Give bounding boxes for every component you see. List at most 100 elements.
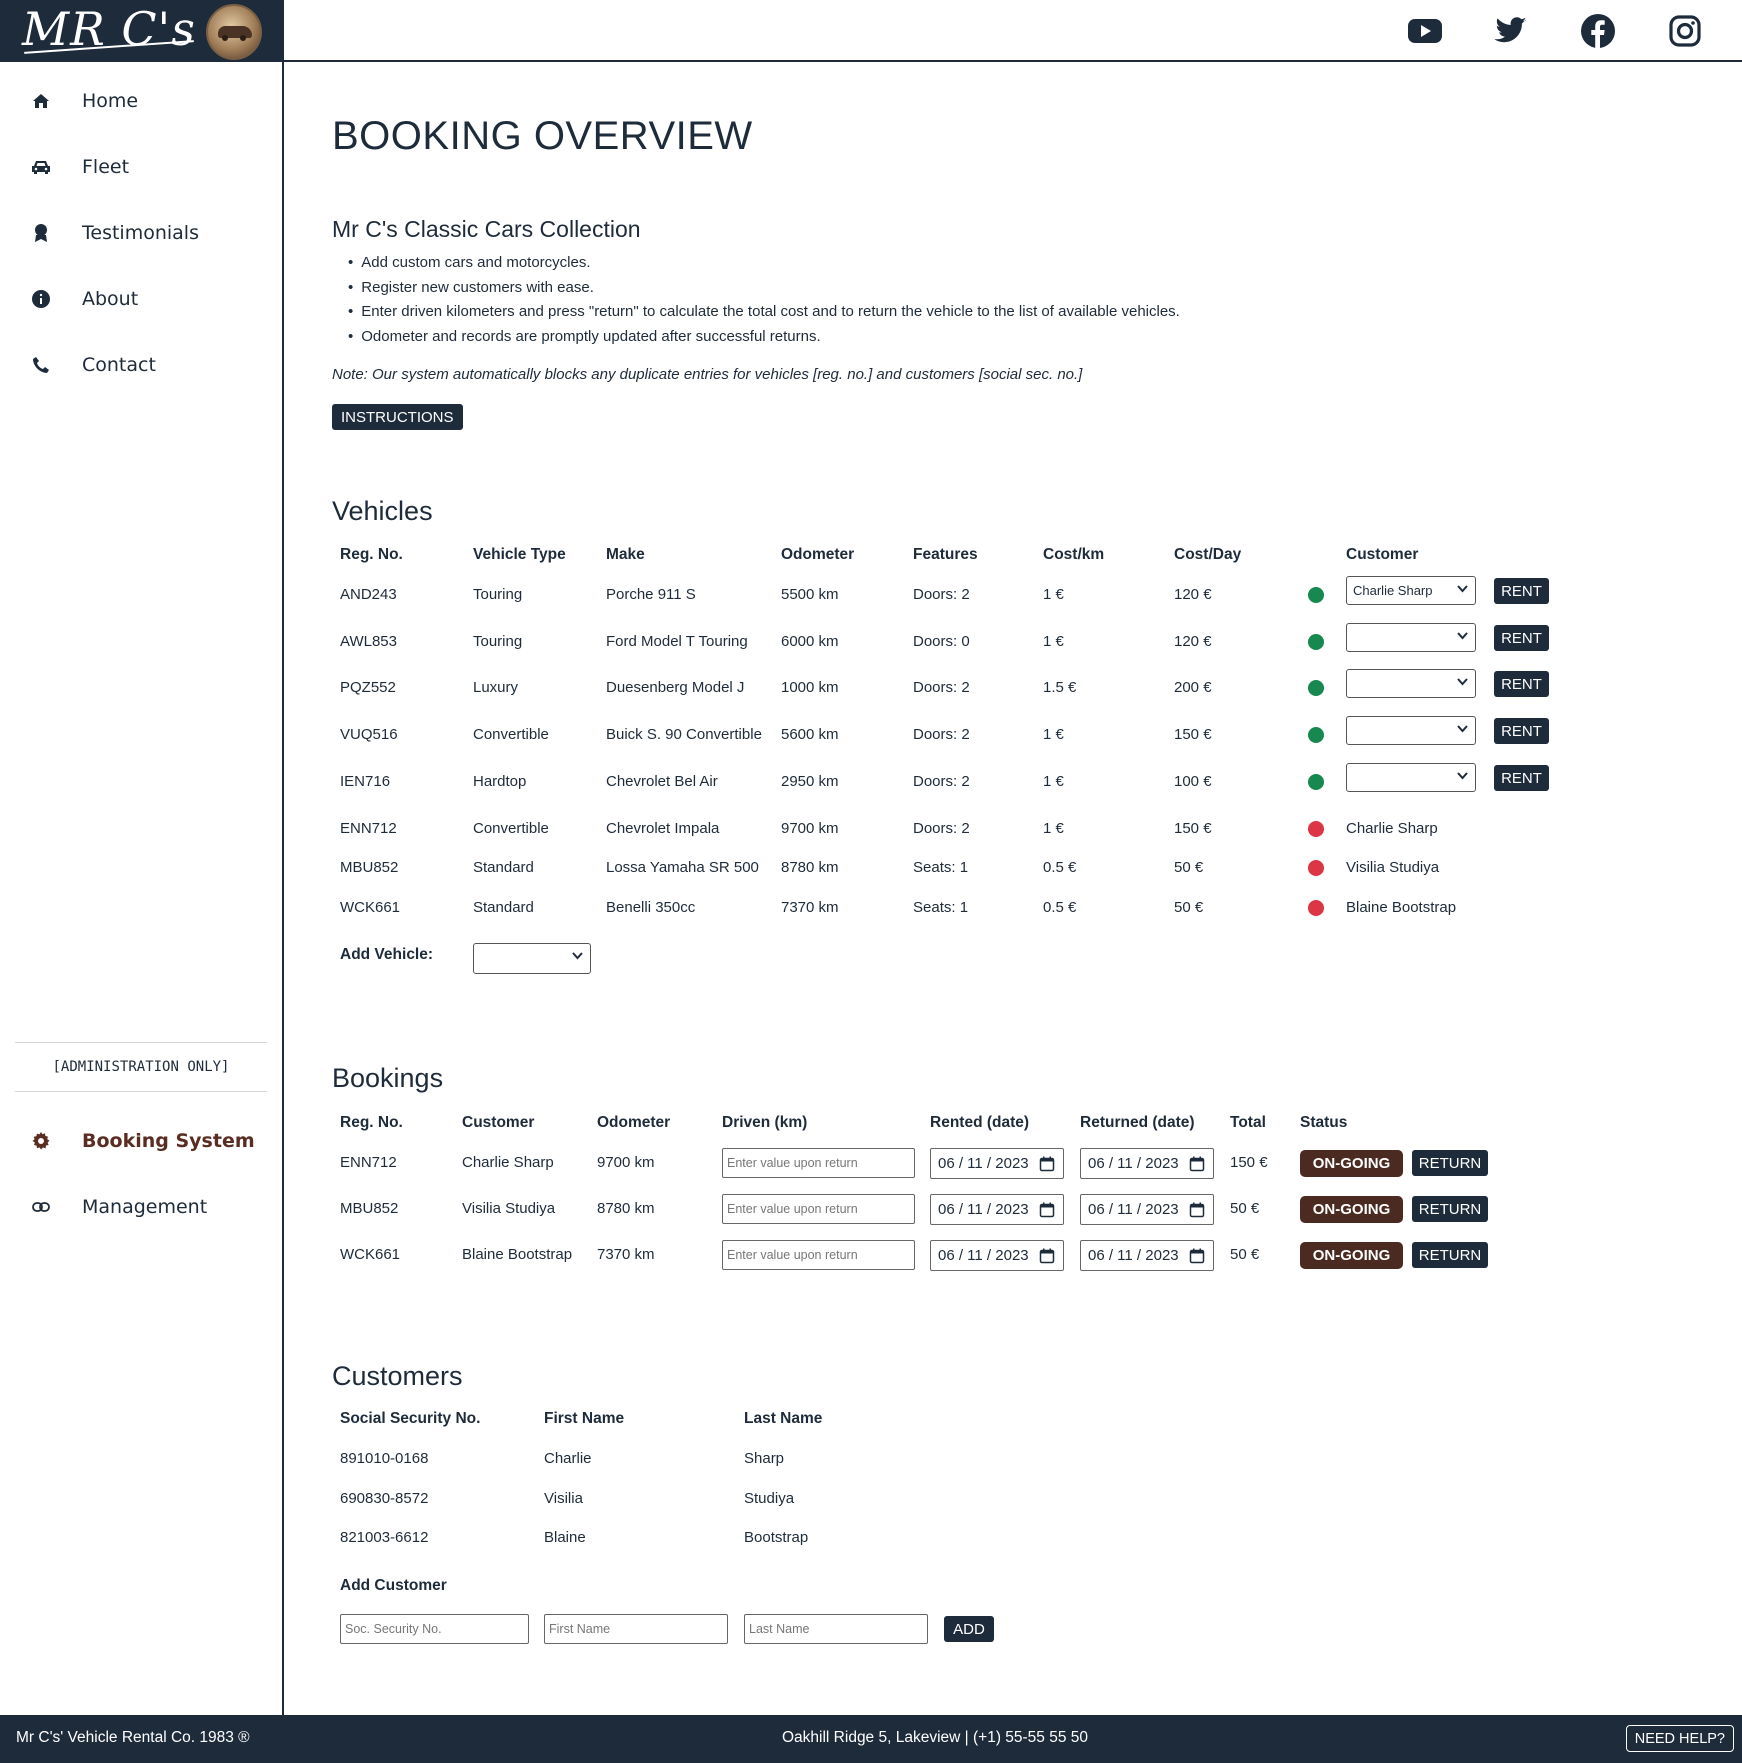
rented-date-input[interactable]: 06 / 11 / 2023 — [930, 1194, 1064, 1225]
calendar-icon[interactable] — [1039, 1248, 1055, 1264]
vehicle-cell-cost-km: 1.5 € — [1043, 679, 1077, 696]
vehicle-cell-features: Doors: 2 — [913, 679, 970, 696]
customer-cell-ssn: 690830-8572 — [340, 1490, 429, 1507]
return-button[interactable]: RETURN — [1412, 1150, 1488, 1176]
nav-item-home[interactable]: Home — [0, 68, 282, 134]
logo[interactable]: MR C's — [0, 0, 282, 62]
vehicle-cell-make: Ford Model T Touring — [606, 633, 748, 650]
nav-item-about[interactable]: About — [0, 266, 282, 332]
instagram-icon[interactable] — [1668, 14, 1702, 48]
calendar-icon[interactable] — [1189, 1156, 1205, 1172]
return-button[interactable]: RETURN — [1412, 1196, 1488, 1222]
rented-date-input[interactable]: 06 / 11 / 2023 — [930, 1240, 1064, 1271]
returned-date-value: 06 / 11 / 2023 — [1088, 1247, 1179, 1264]
home-icon — [30, 90, 52, 112]
booking-cell-total: 50 € — [1230, 1200, 1260, 1217]
rent-button[interactable]: RENT — [1494, 718, 1549, 744]
nav-label: About — [82, 288, 139, 310]
calendar-icon[interactable] — [1189, 1202, 1205, 1218]
vehicle-cell-features: Doors: 2 — [913, 586, 970, 603]
youtube-icon[interactable] — [1408, 14, 1442, 48]
status-badge: ON-GOING — [1300, 1196, 1403, 1223]
calendar-icon[interactable] — [1039, 1202, 1055, 1218]
vehicle-cell-cost-day: 200 € — [1174, 679, 1212, 696]
vehicle-cell-odometer: 5600 km — [781, 726, 839, 743]
vehicle-cell-cost-km: 1 € — [1043, 820, 1064, 837]
vehicle-cell-odometer: 8780 km — [781, 859, 839, 876]
nav-label: Management — [82, 1196, 208, 1218]
th-status: Status — [1300, 1114, 1348, 1131]
booking-cell-reg: ENN712 — [340, 1154, 397, 1171]
th-odometer: Odometer — [781, 546, 855, 563]
customer-select[interactable] — [1346, 763, 1476, 792]
need-help-button[interactable]: NEED HELP? — [1625, 1725, 1734, 1752]
car-icon — [30, 156, 52, 178]
booking-cell-customer: Visilia Studiya — [462, 1200, 556, 1217]
gear-icon — [30, 1130, 52, 1152]
vehicle-cell-cost-day: 150 € — [1174, 726, 1212, 743]
vehicle-cell-cost-km: 1 € — [1043, 726, 1064, 743]
customers-title: Customers — [332, 1361, 463, 1391]
th-make: Make — [606, 546, 645, 563]
returned-date-input[interactable]: 06 / 11 / 2023 — [1080, 1240, 1214, 1271]
returned-date-input[interactable]: 06 / 11 / 2023 — [1080, 1194, 1214, 1225]
nav-item-management[interactable]: Management — [0, 1174, 282, 1240]
calendar-icon[interactable] — [1189, 1248, 1205, 1264]
logo-car-badge — [206, 4, 262, 60]
driven-km-input[interactable]: Enter value upon return — [722, 1148, 915, 1178]
calendar-icon[interactable] — [1039, 1156, 1055, 1172]
vehicle-cell-reg: ENN712 — [340, 820, 397, 837]
vehicles-table: Reg. No. Vehicle Type Make Odometer Features… — [340, 546, 1720, 986]
twitter-icon[interactable] — [1494, 14, 1528, 48]
nav-item-testimonials[interactable]: Testimonials — [0, 200, 282, 266]
customer-cell-first: Charlie — [544, 1450, 592, 1467]
return-button[interactable]: RETURN — [1412, 1242, 1488, 1268]
vehicle-cell-cost-km: 0.5 € — [1043, 899, 1077, 916]
rented-date-value: 06 / 11 / 2023 — [938, 1247, 1029, 1264]
customer-select[interactable] — [1346, 669, 1476, 698]
status-available-dot — [1308, 727, 1324, 743]
add-customer-button[interactable]: ADD — [944, 1616, 994, 1642]
top-bar — [284, 0, 1742, 62]
booking-cell-customer: Charlie Sharp — [462, 1154, 554, 1171]
driven-km-input[interactable]: Enter value upon return — [722, 1240, 915, 1270]
nav-item-booking-system[interactable]: Booking System — [0, 1108, 282, 1174]
bookings-title: Bookings — [332, 1063, 444, 1093]
chevron-down-icon — [1457, 725, 1468, 733]
customer-select[interactable]: Charlie Sharp — [1346, 576, 1476, 605]
booking-cell-total: 150 € — [1230, 1154, 1268, 1171]
booking-cell-reg: MBU852 — [340, 1200, 399, 1217]
first-name-input[interactable]: First Name — [544, 1614, 728, 1644]
link-icon — [30, 1196, 52, 1218]
customer-cell-first: Blaine — [544, 1529, 586, 1546]
returned-date-value: 06 / 11 / 2023 — [1088, 1155, 1179, 1172]
rent-button[interactable]: RENT — [1494, 578, 1549, 604]
vehicle-cell-reg: WCK661 — [340, 899, 401, 916]
vehicle-cell-make: Buick S. 90 Convertible — [606, 726, 762, 743]
customer-select[interactable] — [1346, 623, 1476, 652]
vehicles-title: Vehicles — [332, 496, 433, 526]
add-vehicle-select[interactable] — [473, 943, 591, 974]
nav-item-fleet[interactable]: Fleet — [0, 134, 282, 200]
rent-button[interactable]: RENT — [1494, 625, 1549, 651]
status-available-dot — [1308, 774, 1324, 790]
returned-date-input[interactable]: 06 / 11 / 2023 — [1080, 1148, 1214, 1179]
last-name-input[interactable]: Last Name — [744, 1614, 928, 1644]
th-odometer: Odometer — [597, 1114, 671, 1131]
collection-title: Mr C's Classic Cars Collection — [332, 216, 641, 242]
vehicle-cell-make: Chevrolet Bel Air — [606, 773, 718, 790]
rented-date-input[interactable]: 06 / 11 / 2023 — [930, 1148, 1064, 1179]
booking-cell-odometer: 7370 km — [597, 1246, 655, 1263]
customer-select[interactable] — [1346, 716, 1476, 745]
nav-item-contact[interactable]: Contact — [0, 332, 282, 398]
driven-km-input[interactable]: Enter value upon return — [722, 1194, 915, 1224]
rent-button[interactable]: RENT — [1494, 671, 1549, 697]
instructions-button[interactable]: INSTRUCTIONS — [332, 404, 463, 430]
th-returned-date: Returned (date) — [1080, 1114, 1195, 1131]
th-vehicle-type: Vehicle Type — [473, 546, 566, 563]
rent-button[interactable]: RENT — [1494, 765, 1549, 791]
vehicle-cell-cost-day: 150 € — [1174, 820, 1212, 837]
facebook-icon[interactable] — [1581, 14, 1615, 48]
ssn-input[interactable]: Soc. Security No. — [340, 1614, 529, 1644]
sidebar: MR C's Home Fleet Testimonials About Con… — [0, 0, 284, 1715]
